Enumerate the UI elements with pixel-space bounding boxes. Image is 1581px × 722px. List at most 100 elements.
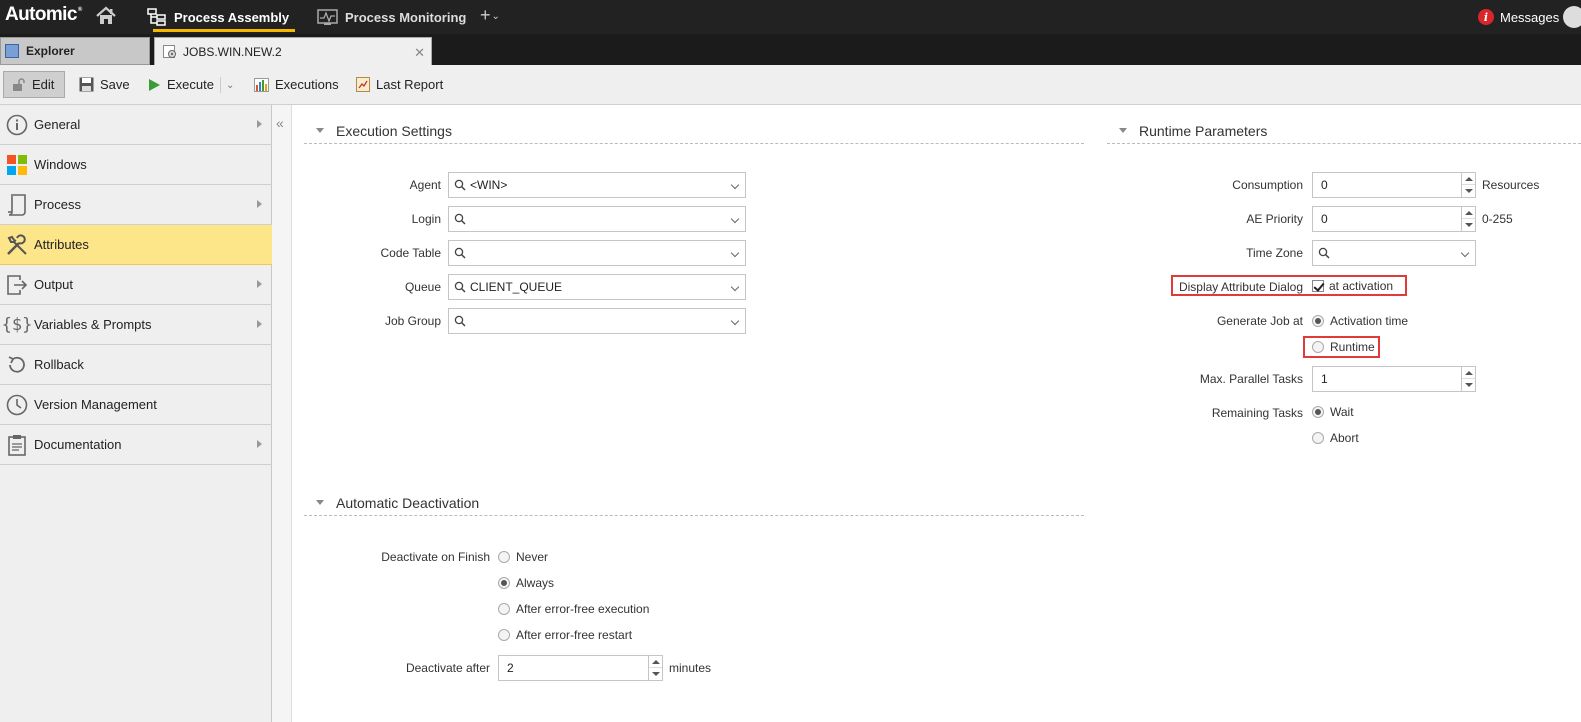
top-bar: Automic® Process Assembly Process Monito… (0, 0, 1581, 34)
section-runtime-parameters[interactable]: Runtime Parameters (1107, 118, 1581, 144)
remaining-tasks-wait-radio[interactable]: Wait (1312, 405, 1354, 419)
nav-process-assembly[interactable]: Process Assembly (147, 0, 296, 34)
time-zone-label: Time Zone (1246, 246, 1303, 260)
time-zone-select[interactable] (1312, 240, 1476, 266)
ae-priority-stepper[interactable]: 0 (1312, 206, 1476, 232)
messages-button[interactable]: i Messages (1478, 0, 1559, 34)
nav-process-monitoring-label: Process Monitoring (345, 9, 467, 25)
edit-button[interactable]: Edit (3, 71, 66, 98)
home-icon[interactable] (95, 5, 117, 27)
radio-selected-icon[interactable] (1312, 315, 1324, 327)
last-report-button[interactable]: Last Report (350, 71, 449, 98)
sidebar-item-rollback[interactable]: Rollback (0, 345, 272, 385)
bar-chart-icon (254, 77, 269, 92)
code-table-select[interactable] (448, 240, 746, 266)
tab-explorer[interactable]: Explorer (0, 37, 150, 65)
login-label: Login (411, 212, 441, 226)
user-avatar[interactable] (1563, 6, 1581, 28)
execute-button[interactable]: Execute (142, 71, 220, 98)
nav-process-monitoring[interactable]: Process Monitoring (317, 0, 466, 34)
sidebar-item-variables-prompts[interactable]: {$} Variables & Prompts (0, 305, 272, 345)
login-select[interactable] (448, 206, 746, 232)
stepper-down-icon[interactable] (1465, 189, 1473, 193)
stepper-up-icon[interactable] (652, 660, 660, 664)
job-group-select[interactable] (448, 308, 746, 334)
tab-explorer-label: Explorer (26, 44, 75, 58)
chevron-down-icon (730, 316, 740, 326)
sidebar-item-output[interactable]: Output (0, 265, 272, 305)
app-logo[interactable]: Automic® (5, 4, 82, 26)
search-icon (451, 179, 469, 191)
search-icon (451, 281, 469, 293)
deactivate-after-error-free-execution-radio[interactable]: After error-free execution (498, 602, 649, 616)
checkbox-checked-icon[interactable] (1312, 280, 1324, 292)
sidebar-item-documentation[interactable]: Documentation (0, 425, 272, 465)
search-icon (1315, 247, 1333, 259)
generate-job-runtime-radio[interactable]: Runtime (1312, 340, 1375, 354)
save-button[interactable]: Save (73, 71, 136, 98)
stepper-buttons[interactable] (1461, 173, 1475, 197)
deactivate-after-unit: minutes (669, 661, 712, 675)
chevron-down-icon (730, 248, 740, 258)
at-activation-checkbox[interactable]: at activation (1312, 279, 1393, 293)
tab-strip: Explorer JOBS.WIN.NEW.2 ✕ (0, 34, 1581, 65)
add-perspective-button[interactable]: +⌄ (480, 5, 500, 26)
consumption-label: Consumption (1232, 178, 1303, 192)
sidebar-item-version-management[interactable]: Version Management (0, 385, 272, 425)
edit-label: Edit (32, 77, 55, 92)
chevron-right-icon (257, 320, 262, 328)
display-attribute-dialog-label: Display Attribute Dialog (1178, 280, 1303, 294)
radio-label: After error-free execution (516, 602, 650, 616)
sidebar-item-attributes[interactable]: Attributes (0, 225, 272, 265)
radio-selected-icon[interactable] (1312, 406, 1324, 418)
max-parallel-tasks-label: Max. Parallel Tasks (1199, 372, 1303, 386)
generate-job-activation-time-radio[interactable]: Activation time (1312, 314, 1408, 328)
deactivate-after-stepper[interactable]: 2 (498, 655, 663, 681)
radio-unselected-icon[interactable] (498, 603, 510, 615)
stepper-down-icon[interactable] (1465, 383, 1473, 387)
chevron-down-icon (730, 214, 740, 224)
section-execution-settings[interactable]: Execution Settings (304, 118, 1084, 144)
stepper-buttons[interactable] (1461, 367, 1475, 391)
sidebar-item-process[interactable]: Process (0, 185, 272, 225)
collapse-triangle-icon (1119, 128, 1127, 133)
radio-selected-icon[interactable] (498, 577, 510, 589)
executions-button[interactable]: Executions (248, 71, 345, 98)
execute-dropdown-button[interactable]: ⌄ (220, 77, 239, 93)
sidebar-item-windows[interactable]: Windows (0, 145, 272, 185)
max-parallel-tasks-stepper[interactable]: 1 (1312, 366, 1476, 392)
clock-icon (0, 394, 34, 416)
radio-label: Abort (1330, 431, 1359, 445)
unlock-icon (12, 77, 26, 92)
section-automatic-deactivation[interactable]: Automatic Deactivation (304, 490, 1084, 516)
collapse-triangle-icon (316, 500, 324, 505)
stepper-buttons[interactable] (648, 656, 662, 680)
queue-select[interactable]: CLIENT_QUEUE (448, 274, 746, 300)
ae-priority-range: 0-255 (1482, 212, 1513, 226)
sidebar-collapse-handle[interactable]: « (272, 105, 292, 722)
deactivate-never-radio[interactable]: Never (498, 550, 548, 564)
last-report-label: Last Report (376, 77, 444, 92)
tab-job[interactable]: JOBS.WIN.NEW.2 ✕ (154, 37, 432, 65)
deactivate-after-error-free-restart-radio[interactable]: After error-free restart (498, 628, 632, 642)
deactivate-always-radio[interactable]: Always (498, 576, 554, 590)
stepper-up-icon[interactable] (1465, 211, 1473, 215)
stepper-down-icon[interactable] (652, 672, 660, 676)
stepper-up-icon[interactable] (1465, 371, 1473, 375)
radio-unselected-icon[interactable] (1312, 432, 1324, 444)
radio-unselected-icon[interactable] (1312, 341, 1324, 353)
sidebar-item-general[interactable]: General (0, 105, 272, 145)
close-icon[interactable]: ✕ (414, 45, 425, 61)
stepper-up-icon[interactable] (1465, 177, 1473, 181)
agent-select[interactable]: <WIN> (448, 172, 746, 198)
stepper-down-icon[interactable] (1465, 223, 1473, 227)
job-group-label: Job Group (384, 314, 441, 328)
variables-icon: {$} (1, 314, 33, 335)
remaining-tasks-abort-radio[interactable]: Abort (1312, 431, 1359, 445)
process-monitoring-icon (317, 8, 338, 25)
consumption-stepper[interactable]: 0 (1312, 172, 1476, 198)
radio-unselected-icon[interactable] (498, 629, 510, 641)
stepper-buttons[interactable] (1461, 207, 1475, 231)
radio-label: After error-free restart (516, 628, 633, 642)
radio-unselected-icon[interactable] (498, 551, 510, 563)
